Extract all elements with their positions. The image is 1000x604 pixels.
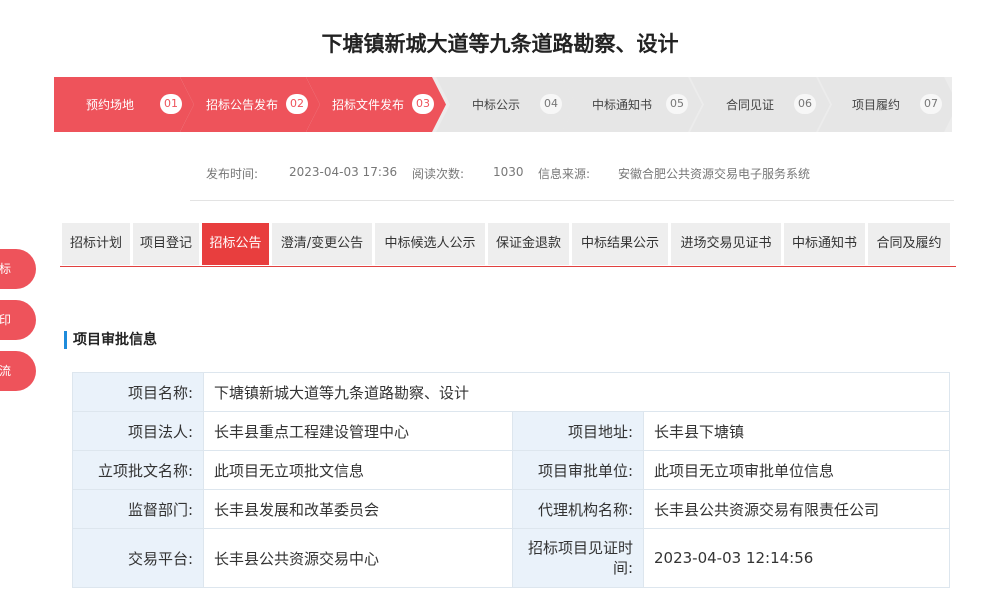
step-4: 中标公示 04	[436, 77, 576, 132]
page-title: 下塘镇新城大道等九条道路勘察、设计	[321, 32, 679, 56]
step-number: 06	[794, 94, 816, 114]
tab-candidate-notice[interactable]: 中标候选人公示	[375, 223, 485, 265]
tabs-underline	[60, 266, 956, 267]
witness-time-value: 2023-04-03 12:14:56	[643, 528, 950, 588]
tab-award-notice[interactable]: 中标通知书	[784, 223, 865, 265]
tab-bid-announcement[interactable]: 招标公告	[202, 223, 269, 265]
platform-label: 交易平台:	[72, 528, 204, 588]
publish-time-value: 2023-04-03 17:36	[289, 165, 398, 179]
project-address-label: 项目地址:	[512, 411, 644, 451]
witness-time-label: 招标项目见证时间:	[512, 528, 644, 588]
step-number: 05	[666, 94, 688, 114]
step-number: 02	[286, 94, 308, 114]
step-label: 招标公告发布	[206, 98, 279, 112]
project-name-value: 下塘镇新城大道等九条道路勘察、设计	[203, 372, 950, 412]
legal-person-value: 长丰县重点工程建设管理中心	[203, 411, 513, 451]
float-button-label: 印	[0, 313, 12, 327]
tab-contract-performance[interactable]: 合同及履约	[868, 223, 950, 265]
step-label: 项目履约	[852, 98, 901, 112]
float-button-3[interactable]: 流	[0, 351, 36, 391]
tab-result-notice[interactable]: 中标结果公示	[572, 223, 668, 265]
step-1: 预约场地 01	[54, 77, 194, 132]
approval-doc-value: 此项目无立项批文信息	[203, 450, 513, 490]
section-title: 项目审批信息	[64, 331, 157, 349]
agency-label: 代理机构名称:	[512, 489, 644, 529]
step-7: 项目履约 07	[818, 77, 952, 132]
float-button-2[interactable]: 印	[0, 300, 36, 340]
view-count-label: 阅读次数:	[412, 167, 465, 181]
step-5: 中标通知书 05	[562, 77, 702, 132]
supervisor-value: 长丰县发展和改革委员会	[203, 489, 513, 529]
table-row: 项目法人: 长丰县重点工程建设管理中心 项目地址: 长丰县下塘镇	[72, 411, 950, 451]
step-label: 预约场地	[86, 98, 135, 112]
step-label: 中标通知书	[592, 98, 653, 112]
float-button-label: 流	[0, 364, 12, 378]
step-6: 合同见证 06	[690, 77, 830, 132]
view-count-value: 1030	[493, 165, 524, 179]
tab-deposit-refund[interactable]: 保证金退款	[488, 223, 569, 265]
step-number: 01	[160, 94, 182, 114]
project-name-label: 项目名称:	[72, 372, 204, 412]
float-button-1[interactable]: 标	[0, 249, 36, 289]
tab-clarification[interactable]: 澄清/变更公告	[272, 223, 372, 265]
progress-steps: 预约场地 01 招标公告发布 02 招标文件发布 03 中标公示 04 中标通知…	[54, 77, 952, 132]
approval-unit-label: 项目审批单位:	[512, 450, 644, 490]
source-label: 信息来源:	[538, 167, 591, 181]
float-button-label: 标	[0, 262, 12, 276]
divider	[190, 200, 954, 201]
notice-tabs: 招标计划 项目登记 招标公告 澄清/变更公告 中标候选人公示 保证金退款 中标结…	[60, 223, 956, 267]
tab-witness-certificate[interactable]: 进场交易见证书	[671, 223, 781, 265]
step-number: 07	[920, 94, 942, 114]
step-label: 中标公示	[472, 98, 521, 112]
publish-time-label: 发布时间:	[206, 167, 259, 181]
supervisor-label: 监督部门:	[72, 489, 204, 529]
table-row: 立项批文名称: 此项目无立项批文信息 项目审批单位: 此项目无立项审批单位信息	[72, 450, 950, 490]
step-label: 招标文件发布	[332, 98, 405, 112]
approval-doc-label: 立项批文名称:	[72, 450, 204, 490]
project-approval-table: 项目名称: 下塘镇新城大道等九条道路勘察、设计 项目法人: 长丰县重点工程建设管…	[72, 372, 950, 588]
step-number: 03	[412, 94, 434, 114]
platform-value: 长丰县公共资源交易中心	[203, 528, 513, 588]
step-3: 招标文件发布 03	[306, 77, 446, 132]
tab-project-registration[interactable]: 项目登记	[133, 223, 199, 265]
step-label: 合同见证	[726, 98, 775, 112]
tab-bid-plan[interactable]: 招标计划	[62, 223, 130, 265]
step-number: 04	[540, 94, 562, 114]
step-2: 招标公告发布 02	[180, 77, 320, 132]
table-row: 项目名称: 下塘镇新城大道等九条道路勘察、设计	[72, 372, 950, 412]
legal-person-label: 项目法人:	[72, 411, 204, 451]
agency-value: 长丰县公共资源交易有限责任公司	[643, 489, 950, 529]
approval-unit-value: 此项目无立项审批单位信息	[643, 450, 950, 490]
table-row: 交易平台: 长丰县公共资源交易中心 招标项目见证时间: 2023-04-03 1…	[72, 528, 950, 588]
table-row: 监督部门: 长丰县发展和改革委员会 代理机构名称: 长丰县公共资源交易有限责任公…	[72, 489, 950, 529]
source-value: 安徽合肥公共资源交易电子服务系统	[618, 167, 811, 181]
project-address-value: 长丰县下塘镇	[643, 411, 950, 451]
